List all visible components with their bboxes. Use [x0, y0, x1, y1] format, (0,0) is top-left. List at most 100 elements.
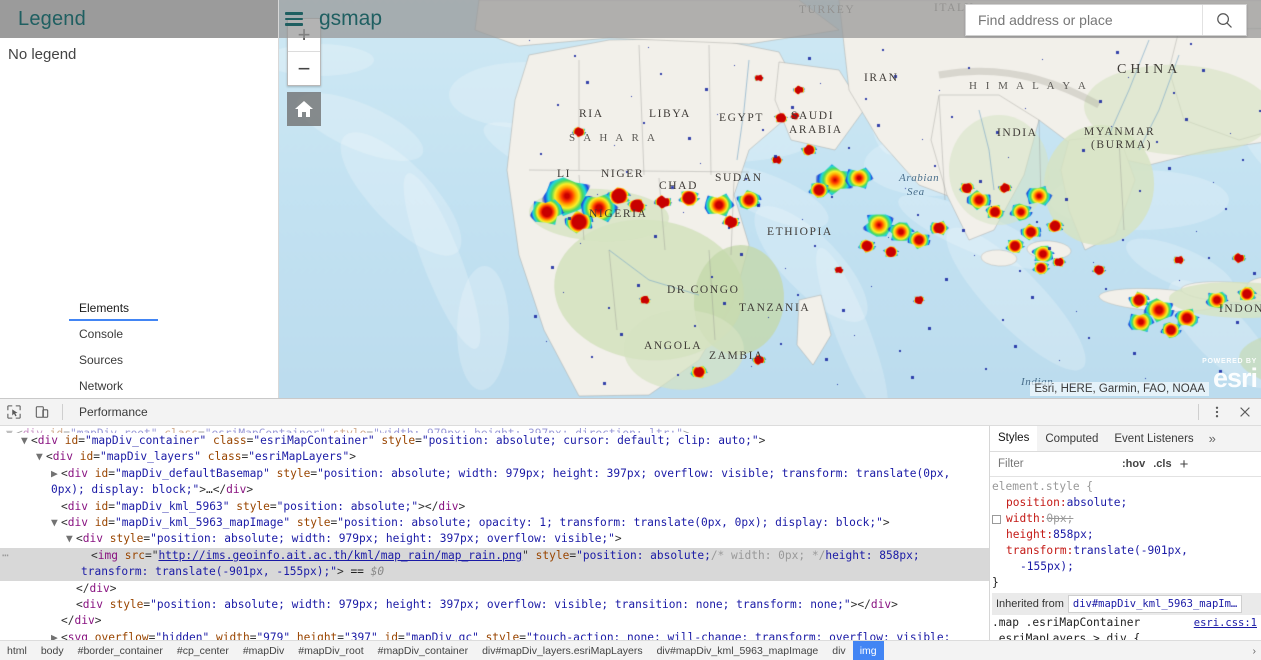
dom-node[interactable]: ▶ <div id="mapDiv_defaultBasemap" style="… — [0, 466, 989, 499]
css-declaration[interactable]: height: 858px; — [992, 527, 1261, 543]
dom-token: > — [683, 427, 690, 433]
dom-token: "397" — [344, 630, 378, 640]
styles-tab-styles[interactable]: Styles — [990, 426, 1038, 451]
css-rule-close: } — [992, 576, 999, 589]
styles-rules-list[interactable]: element.style {position: absolute; width:… — [990, 477, 1261, 640]
inspect-element-icon[interactable] — [0, 399, 28, 425]
css-declaration[interactable]: position: absolute; — [992, 495, 1261, 511]
breadcrumb-item[interactable]: #cp_center — [170, 641, 236, 660]
dom-expand-arrow[interactable]: ▶ — [51, 466, 61, 482]
breadcrumb-item[interactable]: html — [0, 641, 34, 660]
breadcrumb-item[interactable]: div — [825, 641, 852, 660]
dom-token: "esriMapLayers" — [248, 450, 350, 464]
breadcrumb-overflow-icon[interactable]: › — [1248, 645, 1261, 657]
home-icon[interactable] — [287, 92, 321, 126]
styles-more-tabs-icon[interactable]: » — [1202, 426, 1223, 451]
hover-state-button[interactable]: :hov — [1122, 458, 1145, 470]
esri-logo: POWERED BY esri — [1202, 358, 1258, 393]
dom-token: div — [74, 614, 95, 628]
dom-expand-arrow[interactable]: ▼ — [21, 433, 31, 449]
css-rule-selector[interactable]: element.style { — [992, 479, 1261, 495]
breadcrumb-item[interactable]: #border_container — [71, 641, 170, 660]
close-icon[interactable] — [1231, 399, 1259, 425]
dom-node[interactable]: ▼ <div style="position: absolute; width: … — [0, 531, 989, 547]
breadcrumb-item[interactable]: #mapDiv — [236, 641, 291, 660]
dom-node[interactable]: </div> — [0, 581, 989, 597]
devtools-tab-network[interactable]: Network — [69, 373, 158, 399]
devtools-tab-performance[interactable]: Performance — [69, 399, 158, 425]
devtools-tab-sources[interactable]: Sources — [69, 347, 158, 373]
search-widget[interactable] — [965, 4, 1247, 36]
dom-node[interactable]: ▼ <div id="mapDiv_container" class="esriM… — [0, 433, 989, 449]
breadcrumb-item[interactable]: div#mapDiv_layers.esriMapLayers — [475, 641, 649, 660]
dom-expand-arrow[interactable]: ▼ — [51, 515, 61, 531]
dom-attr-link[interactable]: http://ims.geoinfo.ait.ac.th/kml/map_rai… — [158, 549, 522, 562]
breadcrumb-item[interactable]: div#mapDiv_kml_5963_mapImage — [650, 641, 826, 660]
css-property-value[interactable]: absolute; — [1067, 496, 1128, 509]
esri-wordmark: esri — [1212, 363, 1258, 393]
gsmap-application: Legend No legend ITALYGREECETURKEYIRANLI… — [0, 0, 1261, 398]
new-style-rule-button[interactable]: + — [1180, 457, 1189, 472]
dom-token — [88, 631, 95, 640]
dom-node-selected[interactable]: ⋯ <img src= "http://ims.geoinfo.ait.ac.th/… — [0, 547, 989, 581]
css-property-name[interactable]: height: — [992, 527, 1053, 543]
dom-node[interactable]: <div style="position: absolute; width: 9… — [0, 597, 989, 613]
search-input[interactable] — [966, 5, 1202, 35]
legend-empty-text: No legend — [8, 46, 77, 63]
dom-token: > — [94, 614, 102, 628]
zoom-out-button[interactable]: − — [288, 52, 320, 85]
dom-token: style — [296, 516, 331, 530]
dom-token — [73, 450, 80, 463]
map-viewport[interactable]: ITALYGREECETURKEYIRANLIBYAEGYPTSAUDIARAB… — [279, 0, 1261, 398]
breadcrumb-item[interactable]: #mapDiv_root — [291, 641, 370, 660]
device-toolbar-icon[interactable] — [28, 399, 56, 425]
css-property-name[interactable]: position: — [992, 495, 1067, 511]
dom-token: style — [109, 532, 144, 546]
dom-breadcrumb[interactable]: html body #border_container #cp_center #mapD… — [0, 640, 1261, 660]
dom-expand-arrow[interactable]: ▼ — [66, 531, 76, 547]
dom-token: > — [882, 516, 890, 530]
kebab-menu-icon[interactable] — [1203, 399, 1231, 425]
dom-token: id — [50, 427, 63, 433]
search-icon[interactable] — [1202, 5, 1246, 35]
css-declaration[interactable]: transform: translate(-901px, — [992, 543, 1261, 559]
dom-token: < — [61, 630, 68, 640]
map-basemap-canvas[interactable] — [279, 0, 1261, 398]
css-property-value[interactable]: translate(-901px, — [1073, 544, 1188, 557]
css-property-name[interactable]: transform: — [992, 543, 1073, 559]
dom-node[interactable]: ▼ <div id="mapDiv_layers" class="esriMapL… — [0, 449, 989, 465]
dom-token: div — [82, 532, 103, 546]
devtools-tab-elements[interactable]: Elements — [69, 295, 158, 321]
inherited-from-node[interactable]: div#mapDiv_kml_5963_mapIm… — [1067, 595, 1243, 613]
hamburger-menu-icon[interactable] — [285, 12, 303, 26]
css-property-value[interactable]: 858px; — [1053, 528, 1093, 541]
css-source-link[interactable]: esri.css:1 — [1194, 615, 1257, 631]
css-selector-text-2[interactable]: .esriMapLayers > div { — [992, 631, 1261, 640]
dom-expand-arrow[interactable]: ▼ — [36, 449, 46, 465]
styles-tab-computed[interactable]: Computed — [1037, 426, 1106, 451]
dom-node[interactable]: <div id="mapDiv_kml_5963" style="positio… — [0, 499, 989, 515]
dom-node[interactable]: ▼<div id="mapDiv_root" class="esriMapCon… — [0, 426, 989, 433]
css-property-name[interactable]: width: — [1004, 511, 1046, 527]
class-toggle-button[interactable]: .cls — [1153, 458, 1171, 470]
styles-tab-event-listeners[interactable]: Event Listeners — [1106, 426, 1201, 451]
devtools-tab-console[interactable]: Console — [69, 321, 158, 347]
dom-token: > — [246, 483, 254, 497]
dom-token: = — [108, 516, 115, 530]
breadcrumb-item[interactable]: body — [34, 641, 71, 660]
dom-token: "mapDiv_kml_5963" — [114, 499, 230, 513]
css-declaration[interactable]: width: 0px; — [992, 511, 1261, 527]
css-rule-selector[interactable]: esri.css:1 .map .esriMapContainer — [992, 615, 1261, 631]
dom-node[interactable]: ▼ <div id="mapDiv_kml_5963_mapImage" styl… — [0, 515, 989, 531]
breadcrumb-item[interactable]: #mapDiv_container — [371, 641, 475, 660]
css-declaration-checkbox[interactable] — [992, 514, 1001, 524]
dom-expand-arrow[interactable]: ▼ — [6, 426, 16, 433]
styles-filter-input[interactable] — [994, 457, 1114, 471]
legend-body: No legend — [0, 38, 278, 63]
dom-expand-arrow[interactable]: ▶ — [51, 630, 61, 640]
dom-node[interactable]: </div> — [0, 613, 989, 629]
dom-node[interactable]: ▶ <svg overflow = "hidden" width = "979" heig… — [0, 630, 989, 640]
breadcrumb-item[interactable]: img — [852, 641, 884, 660]
dom-tree-pane[interactable]: ▼<div id="mapDiv_root" class="esriMapCon… — [0, 426, 989, 640]
css-property-value[interactable]: 0px; — [1046, 512, 1073, 525]
